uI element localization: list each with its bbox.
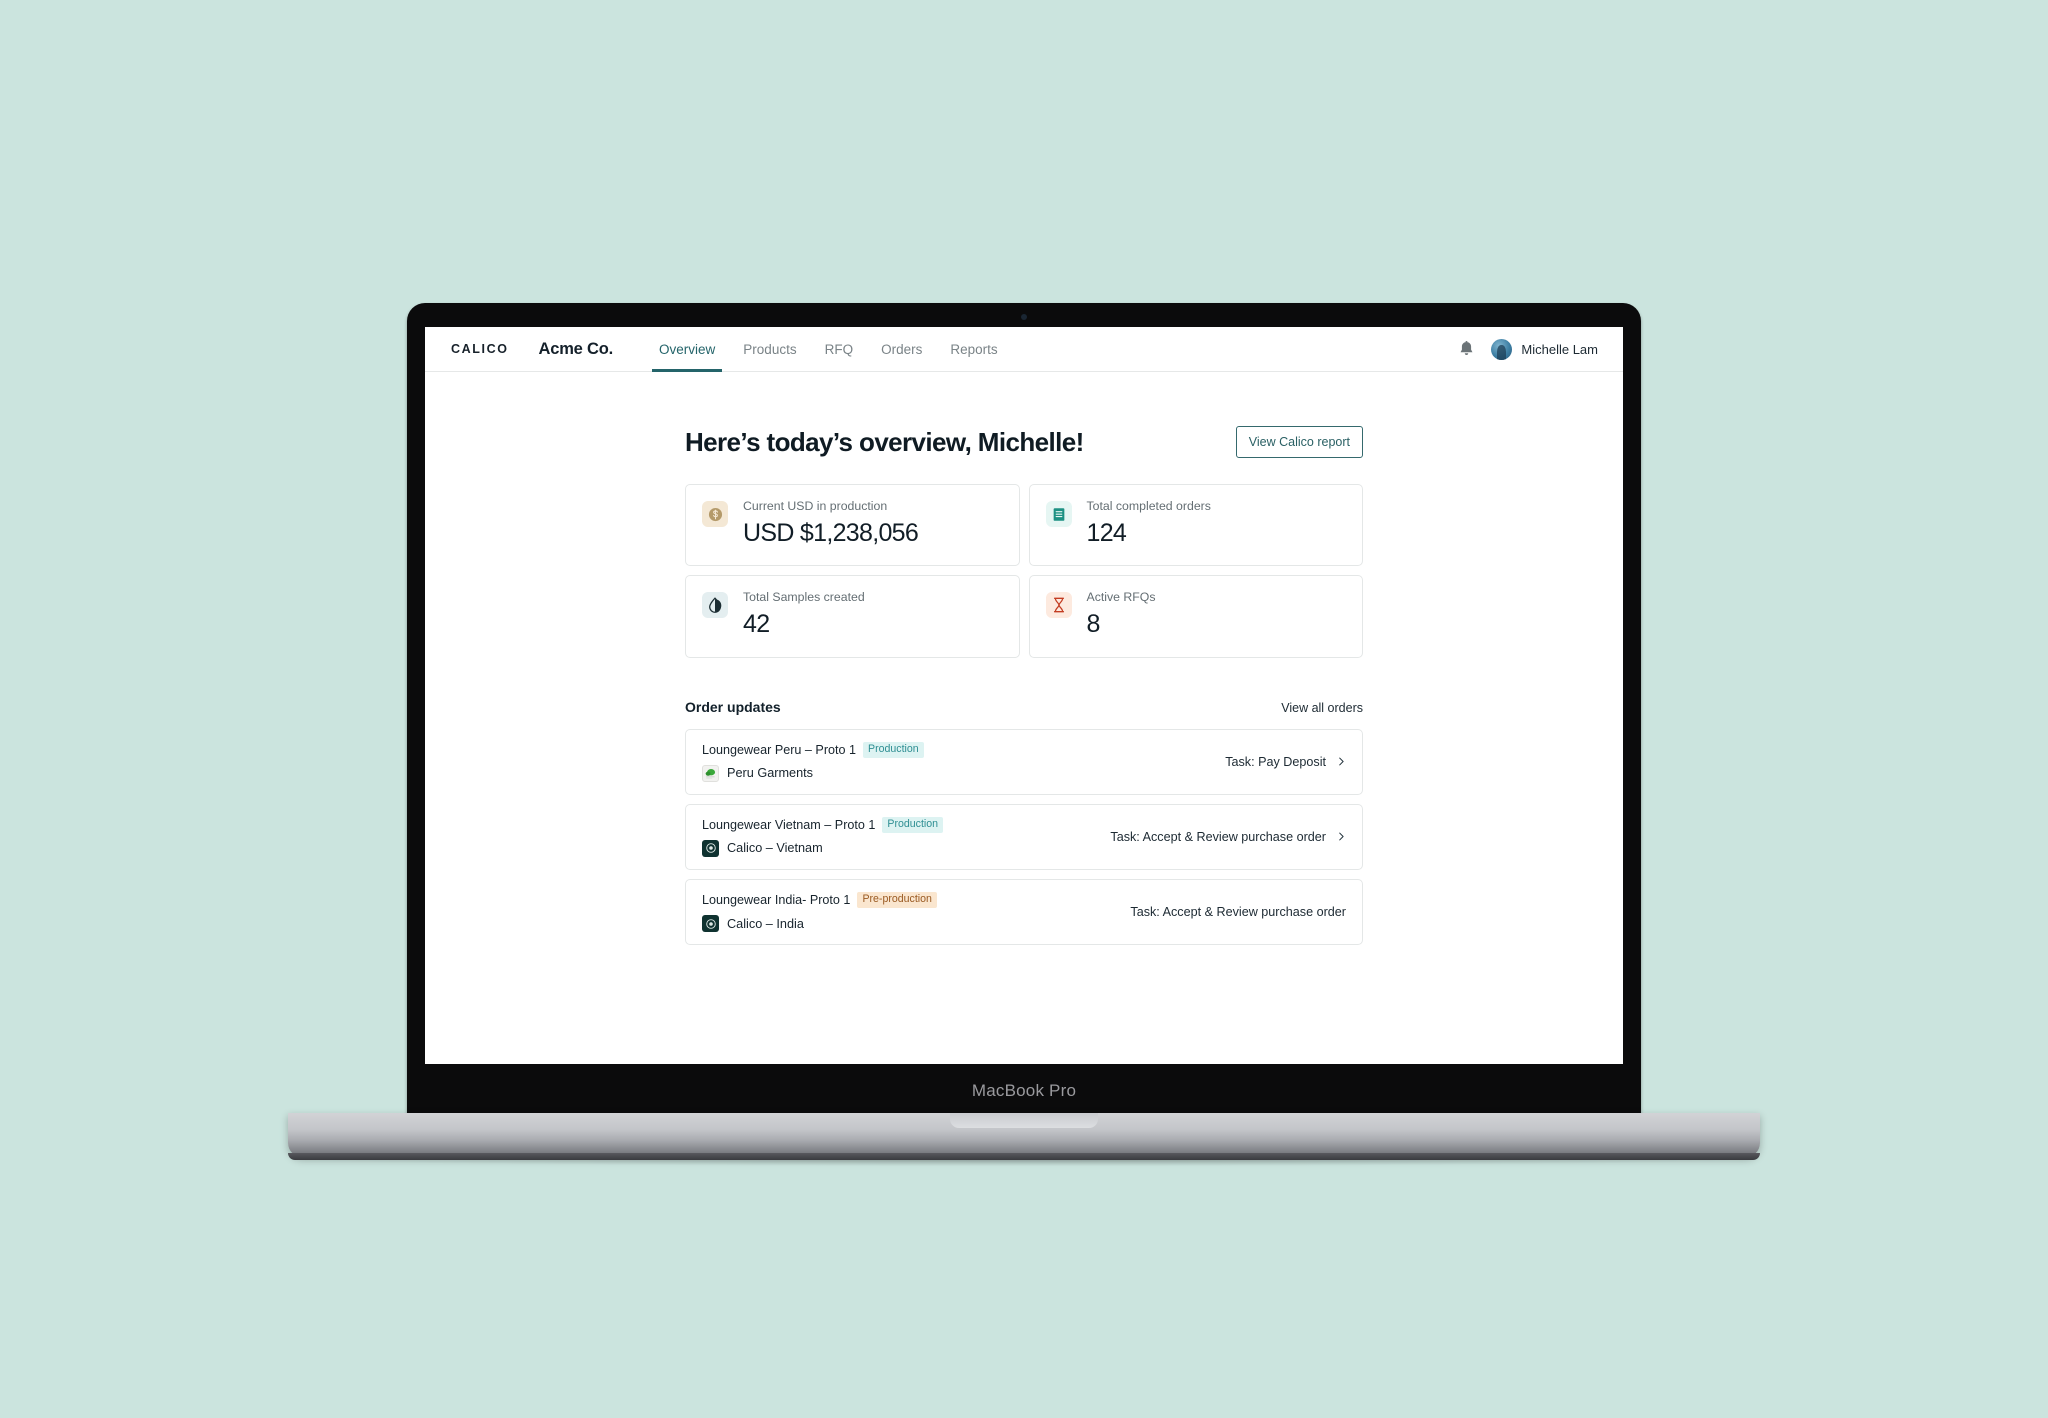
stat-value: 42: [743, 610, 770, 638]
document-lines-icon: [1045, 501, 1072, 527]
page-header: Here’s today’s overview, Michelle! View …: [685, 426, 1363, 458]
view-calico-report-button[interactable]: View Calico report: [1235, 426, 1363, 458]
task-label: Task: Accept & Review purchase order: [1130, 905, 1346, 920]
app-screen: CALICO Acme Co. Overview Products RFQ Or…: [425, 327, 1623, 1064]
nav-tab-orders-label: Orders: [881, 341, 923, 357]
nav-tab-rfq-label: RFQ: [824, 341, 854, 357]
stat-label: Active RFQs: [1086, 590, 1156, 605]
calico-logo: [702, 915, 719, 933]
stat-text: Current USD in production USD $1,238,056: [743, 499, 919, 547]
page-title: Here’s today’s overview, Michelle!: [685, 426, 1084, 457]
order-updates-header: Order updates View all orders: [685, 699, 1363, 715]
nav-tab-orders[interactable]: Orders: [867, 327, 936, 372]
droplet-half-icon: [702, 592, 728, 619]
order-name: Loungewear Peru – Proto 1: [702, 742, 857, 757]
supplier-name: Peru Garments: [727, 766, 814, 781]
bell-icon[interactable]: [1458, 340, 1475, 359]
stat-text: Active RFQs 8: [1087, 590, 1156, 638]
nav-tab-products[interactable]: Products: [729, 327, 810, 372]
laptop-base-notch: [950, 1113, 1098, 1128]
organization-name[interactable]: Acme Co.: [539, 340, 614, 359]
user-menu[interactable]: Michelle Lam: [1491, 338, 1598, 360]
laptop-base-foot: [288, 1153, 1760, 1160]
status-badge: Production: [863, 741, 924, 758]
stat-card-usd-in-production: Current USD in production USD $1,238,056: [685, 484, 1020, 567]
order-details: Loungewear Peru – Proto 1 Production Per…: [702, 741, 1209, 782]
dollar-circle-icon: [702, 501, 728, 527]
screenshot-canvas: MacBook Pro CALICO Acme Co. Overview Pro…: [0, 0, 2048, 1418]
nav-links: Overview Products RFQ Orders Reports: [645, 327, 1012, 372]
status-badge: Pre-production: [857, 891, 937, 909]
order-details: Loungewear Vietnam – Proto 1 Production: [702, 816, 1094, 857]
order-title-line: Loungewear India- Proto 1 Pre-production: [702, 891, 1114, 909]
nav-tab-rfq[interactable]: RFQ: [811, 327, 868, 372]
stat-card-samples-created: Total Samples created 42: [685, 575, 1020, 658]
nav-tab-products-label: Products: [743, 341, 797, 357]
device-label: MacBook Pro: [971, 1081, 1077, 1100]
stat-label: Current USD in production: [743, 499, 888, 513]
stat-value: USD $1,238,056: [743, 518, 919, 547]
order-supplier-line: Calico – India: [702, 915, 1114, 933]
task-label: Task: Pay Deposit: [1225, 754, 1326, 769]
order-details: Loungewear India- Proto 1 Pre-production: [702, 891, 1114, 933]
chevron-right-icon[interactable]: [1337, 757, 1346, 766]
stat-card-active-rfqs: Active RFQs 8: [1028, 575, 1363, 658]
calico-logo: [702, 839, 719, 857]
order-name: Loungewear India- Proto 1: [702, 893, 851, 908]
order-task[interactable]: Task: Accept & Review purchase order: [1094, 830, 1346, 844]
hourglass-icon: [1045, 592, 1072, 619]
nav-tab-overview[interactable]: Overview: [645, 327, 729, 372]
order-title-line: Loungewear Vietnam – Proto 1 Production: [702, 816, 1094, 833]
calico-logo[interactable]: CALICO: [451, 342, 509, 356]
stat-value: 124: [1086, 518, 1127, 547]
peru-garments-logo: [702, 764, 719, 782]
laptop-lid: MacBook Pro CALICO Acme Co. Overview Pro…: [407, 303, 1641, 1118]
order-supplier-line: Calico – Vietnam: [702, 839, 1094, 857]
supplier-name: Calico – Vietnam: [727, 841, 823, 856]
nav-tab-reports-label: Reports: [950, 341, 998, 357]
user-name: Michelle Lam: [1521, 341, 1598, 357]
avatar: [1491, 338, 1513, 360]
stat-value: 8: [1086, 610, 1101, 638]
order-updates-list: Loungewear Peru – Proto 1 Production Per…: [685, 728, 1363, 946]
task-label: Task: Accept & Review purchase order: [1110, 829, 1326, 844]
table-row[interactable]: Loungewear Vietnam – Proto 1 Production: [685, 803, 1363, 870]
order-updates-title: Order updates: [685, 698, 781, 715]
page-content: Here’s today’s overview, Michelle! View …: [425, 372, 1623, 946]
stats-grid: Current USD in production USD $1,238,056: [685, 484, 1363, 658]
table-row[interactable]: Loungewear India- Proto 1 Pre-production: [685, 878, 1363, 946]
nav-right-cluster: Michelle Lam: [1458, 338, 1598, 360]
stat-label: Total Samples created: [743, 590, 865, 605]
nav-tab-reports[interactable]: Reports: [936, 327, 1011, 372]
nav-tab-overview-label: Overview: [659, 341, 716, 357]
status-badge: Production: [882, 816, 944, 833]
stat-label: Total completed orders: [1086, 499, 1211, 513]
laptop-base: [288, 1113, 1760, 1160]
stat-text: Total completed orders 124: [1087, 499, 1211, 547]
stat-card-completed-orders: Total completed orders 124: [1028, 484, 1363, 567]
order-supplier-line: Peru Garments: [702, 764, 1209, 782]
order-name: Loungewear Vietnam – Proto 1: [702, 817, 876, 832]
chevron-right-icon[interactable]: [1337, 832, 1346, 841]
order-task[interactable]: Task: Pay Deposit: [1209, 755, 1346, 769]
order-task[interactable]: Task: Accept & Review purchase order: [1114, 905, 1346, 919]
supplier-name: Calico – India: [727, 916, 804, 931]
order-title-line: Loungewear Peru – Proto 1 Production: [702, 741, 1209, 758]
stat-text: Total Samples created 42: [743, 590, 865, 638]
top-navigation-bar: CALICO Acme Co. Overview Products RFQ Or…: [425, 327, 1623, 372]
table-row[interactable]: Loungewear Peru – Proto 1 Production Per…: [685, 728, 1363, 795]
webcam-icon: [1021, 314, 1027, 320]
view-all-orders-link[interactable]: View all orders: [1281, 701, 1363, 715]
content-container: Here’s today’s overview, Michelle! View …: [685, 426, 1363, 946]
